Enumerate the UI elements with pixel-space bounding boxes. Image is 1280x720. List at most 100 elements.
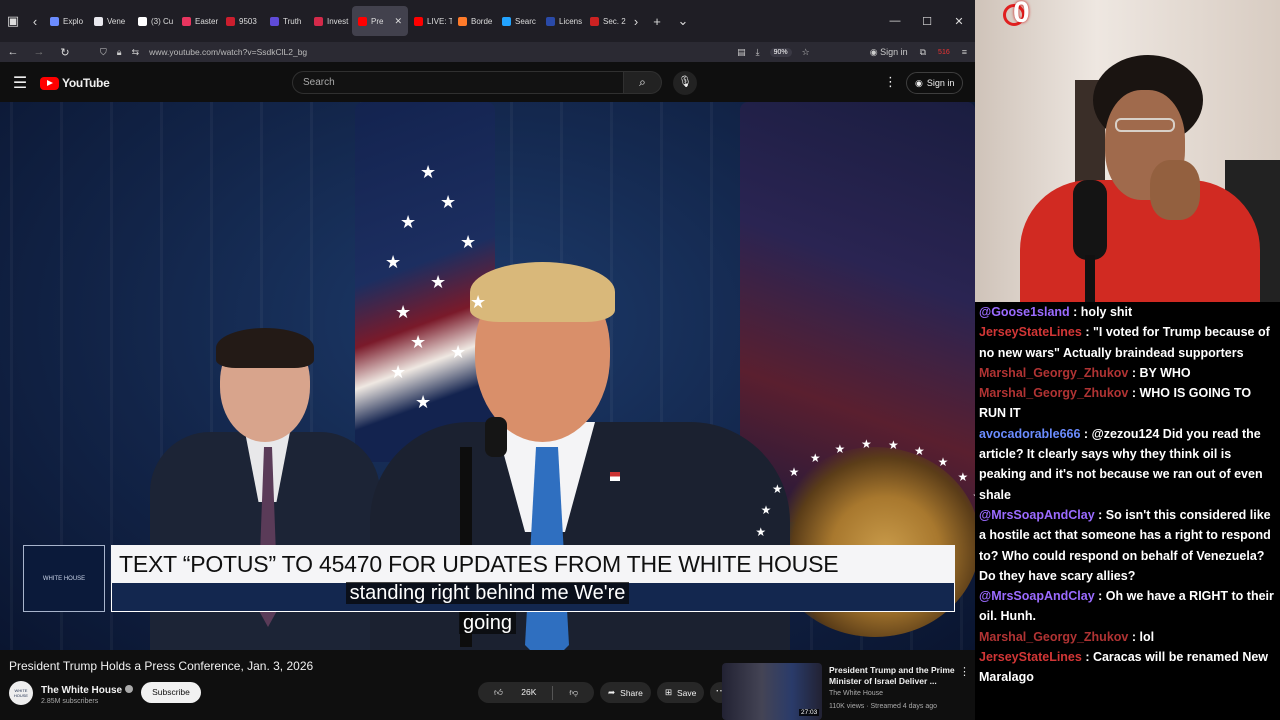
browser-tab[interactable]: Truth bbox=[264, 6, 308, 36]
extensions-icon[interactable]: ⧉ bbox=[920, 47, 926, 58]
minimize-icon[interactable]: — bbox=[879, 15, 911, 28]
browser-tab[interactable]: 9503 bbox=[220, 6, 264, 36]
browser-tab[interactable]: Easter bbox=[176, 6, 220, 36]
chat-separator: : bbox=[1081, 325, 1093, 340]
browser-tab[interactable]: Borde bbox=[452, 6, 496, 36]
scroll-tabs-right-icon[interactable]: › bbox=[628, 8, 644, 34]
flag-star-icon: ★ bbox=[470, 292, 487, 312]
browser-tab[interactable]: Licens bbox=[540, 6, 584, 36]
chat-message: Marshal_Georgy_Zhukov : WHO IS GOING TO … bbox=[979, 383, 1277, 424]
recommended-title[interactable]: President Trump and the Prime Minister o… bbox=[829, 665, 959, 687]
subscribe-button[interactable]: Subscribe bbox=[141, 682, 201, 703]
tab-favicon-icon bbox=[546, 16, 555, 26]
browser-tab[interactable]: Searc bbox=[496, 6, 540, 36]
chat-username[interactable]: avocadorable666 bbox=[979, 427, 1080, 441]
flag-star-icon: ★ bbox=[460, 232, 477, 252]
chat-username[interactable]: Marshal_Georgy_Zhukov bbox=[979, 386, 1128, 400]
tab-strip: Explo Vene (3) Cu Easter 9503 Truth Invest Pre ✕… bbox=[44, 6, 628, 36]
search-input[interactable]: Search bbox=[292, 71, 624, 94]
chat-username[interactable]: Marshal_Georgy_Zhukov bbox=[979, 630, 1128, 644]
save-playlist-icon: ⊞ bbox=[664, 687, 672, 697]
reload-icon[interactable]: ↻ bbox=[52, 46, 78, 59]
youtube-logo[interactable]: YouTube bbox=[40, 76, 110, 90]
settings-kebab-icon[interactable]: ⋮ bbox=[884, 74, 897, 90]
chat-username[interactable]: @MrsSoapAndClay bbox=[979, 508, 1095, 522]
flag-star-icon: ★ bbox=[430, 272, 447, 292]
ublock-badge[interactable]: 516 bbox=[938, 49, 950, 56]
channel-name[interactable]: The White House bbox=[41, 685, 122, 696]
scroll-tabs-left-icon[interactable]: ‹ bbox=[26, 8, 44, 34]
browser-tab[interactable]: Invest bbox=[308, 6, 352, 36]
chat-text: holy shit bbox=[1080, 305, 1133, 319]
shield-icon[interactable]: ⛉ bbox=[100, 47, 107, 58]
new-tab-icon[interactable]: + bbox=[644, 8, 670, 34]
chat-username[interactable]: @Goose1sland bbox=[979, 305, 1070, 319]
menu-hamburger-icon[interactable]: ≡ bbox=[962, 47, 967, 57]
lock-icon[interactable]: 🔒︎ bbox=[117, 47, 122, 58]
recommended-channel[interactable]: The White House bbox=[829, 690, 883, 697]
like-dislike-group: 👍︎ 26K 👎︎ bbox=[478, 682, 595, 703]
permissions-icon[interactable]: ⇆ bbox=[132, 47, 140, 58]
tab-favicon-icon bbox=[458, 16, 467, 26]
chat-separator: : bbox=[1128, 629, 1140, 644]
browser-tab[interactable]: Sec. 2 bbox=[584, 6, 628, 36]
video-actions: 👍︎ 26K 👎︎ ➦ Share ⊞ Save ⋯ bbox=[478, 682, 732, 703]
thumbs-down-icon: 👎︎ bbox=[569, 687, 579, 697]
chat-separator: : bbox=[1080, 426, 1092, 441]
chat-message: Marshal_Georgy_Zhukov : BY WHO bbox=[979, 363, 1277, 383]
zoom-level[interactable]: 90% bbox=[769, 47, 792, 57]
chat-username[interactable]: JerseyStateLines bbox=[979, 325, 1082, 339]
tab-label: Pre bbox=[371, 16, 384, 26]
back-icon[interactable]: ← bbox=[0, 46, 26, 58]
close-window-icon[interactable]: ✕ bbox=[943, 15, 975, 28]
guide-menu-icon[interactable]: ☰ bbox=[0, 73, 40, 93]
recommended-meta: 110K views · Streamed 4 days ago bbox=[829, 703, 938, 710]
like-button[interactable]: 👍︎ 26K bbox=[478, 687, 552, 698]
chat-message: JerseyStateLines : Caracas will be renam… bbox=[979, 647, 1277, 688]
address-bar[interactable]: ⛉ 🔒︎ ⇆ www.youtube.com/watch?v=SsdkClL2_… bbox=[100, 47, 810, 58]
download-icon[interactable]: ⤓ bbox=[756, 47, 760, 58]
youtube-sign-in-button[interactable]: ◉ Sign in bbox=[906, 72, 964, 94]
browser-tab[interactable]: Vene bbox=[88, 6, 132, 36]
chat-username[interactable]: Marshal_Georgy_Zhukov bbox=[979, 366, 1128, 380]
browser-sign-in-label: Sign in bbox=[880, 46, 908, 57]
share-button[interactable]: ➦ Share bbox=[600, 682, 651, 703]
youtube-play-icon bbox=[40, 76, 59, 90]
tab-list-chevron-icon[interactable]: ⌄ bbox=[670, 8, 696, 34]
flag-star-icon: ★ bbox=[450, 342, 467, 362]
tab-favicon-icon bbox=[50, 16, 59, 26]
forward-icon[interactable]: → bbox=[26, 46, 52, 58]
seal-star-icon: ★ bbox=[937, 455, 949, 470]
youtube-header: ☰ YouTube Search ⌕ 🎙︎ ⋮ ◉ Sign in bbox=[0, 64, 975, 102]
bookmark-star-icon[interactable]: ☆ bbox=[802, 47, 810, 58]
account-sign-in[interactable]: ◉ Sign in bbox=[870, 47, 908, 58]
chat-username[interactable]: @MrsSoapAndClay bbox=[979, 589, 1095, 603]
tab-favicon-icon bbox=[314, 16, 323, 26]
seal-star-icon: ★ bbox=[914, 444, 925, 459]
chat-separator: : bbox=[1069, 305, 1081, 319]
search-icon[interactable]: ⌕ bbox=[624, 71, 662, 94]
seal-star-icon: ★ bbox=[887, 438, 899, 453]
reader-view-icon[interactable]: ▤ bbox=[737, 47, 746, 58]
flag-star-icon: ★ bbox=[415, 392, 432, 412]
tab-favicon-icon bbox=[590, 16, 599, 26]
browser-tab[interactable]: Pre ✕ bbox=[352, 6, 408, 36]
save-button[interactable]: ⊞ Save bbox=[656, 682, 705, 703]
dislike-button[interactable]: 👎︎ bbox=[553, 687, 594, 698]
chat-separator: : bbox=[1081, 650, 1093, 665]
recommended-menu-icon[interactable]: ⋮ bbox=[959, 665, 970, 678]
recommended-video[interactable]: 27:03 President Trump and the Prime Mini… bbox=[722, 663, 972, 720]
browser-tab[interactable]: (3) Cu bbox=[132, 6, 176, 36]
youtube-logo-text: YouTube bbox=[62, 76, 110, 90]
browser-tab[interactable]: Explo bbox=[44, 6, 88, 36]
browser-tab[interactable]: LIVE: T bbox=[408, 6, 452, 36]
channel-avatar[interactable]: WHITE HOUSE bbox=[9, 680, 33, 705]
chat-separator: : bbox=[1128, 365, 1140, 380]
close-tab-icon[interactable]: ✕ bbox=[394, 16, 402, 27]
tab-overview-icon[interactable]: ▣ bbox=[0, 8, 26, 34]
tab-label: (3) Cu bbox=[151, 16, 174, 26]
maximize-icon[interactable]: ☐ bbox=[911, 15, 943, 28]
voice-search-icon[interactable]: 🎙︎ bbox=[673, 71, 697, 95]
chat-username[interactable]: JerseyStateLines bbox=[979, 650, 1082, 664]
url-text[interactable]: www.youtube.com/watch?v=SsdkClL2_bg bbox=[149, 47, 307, 57]
